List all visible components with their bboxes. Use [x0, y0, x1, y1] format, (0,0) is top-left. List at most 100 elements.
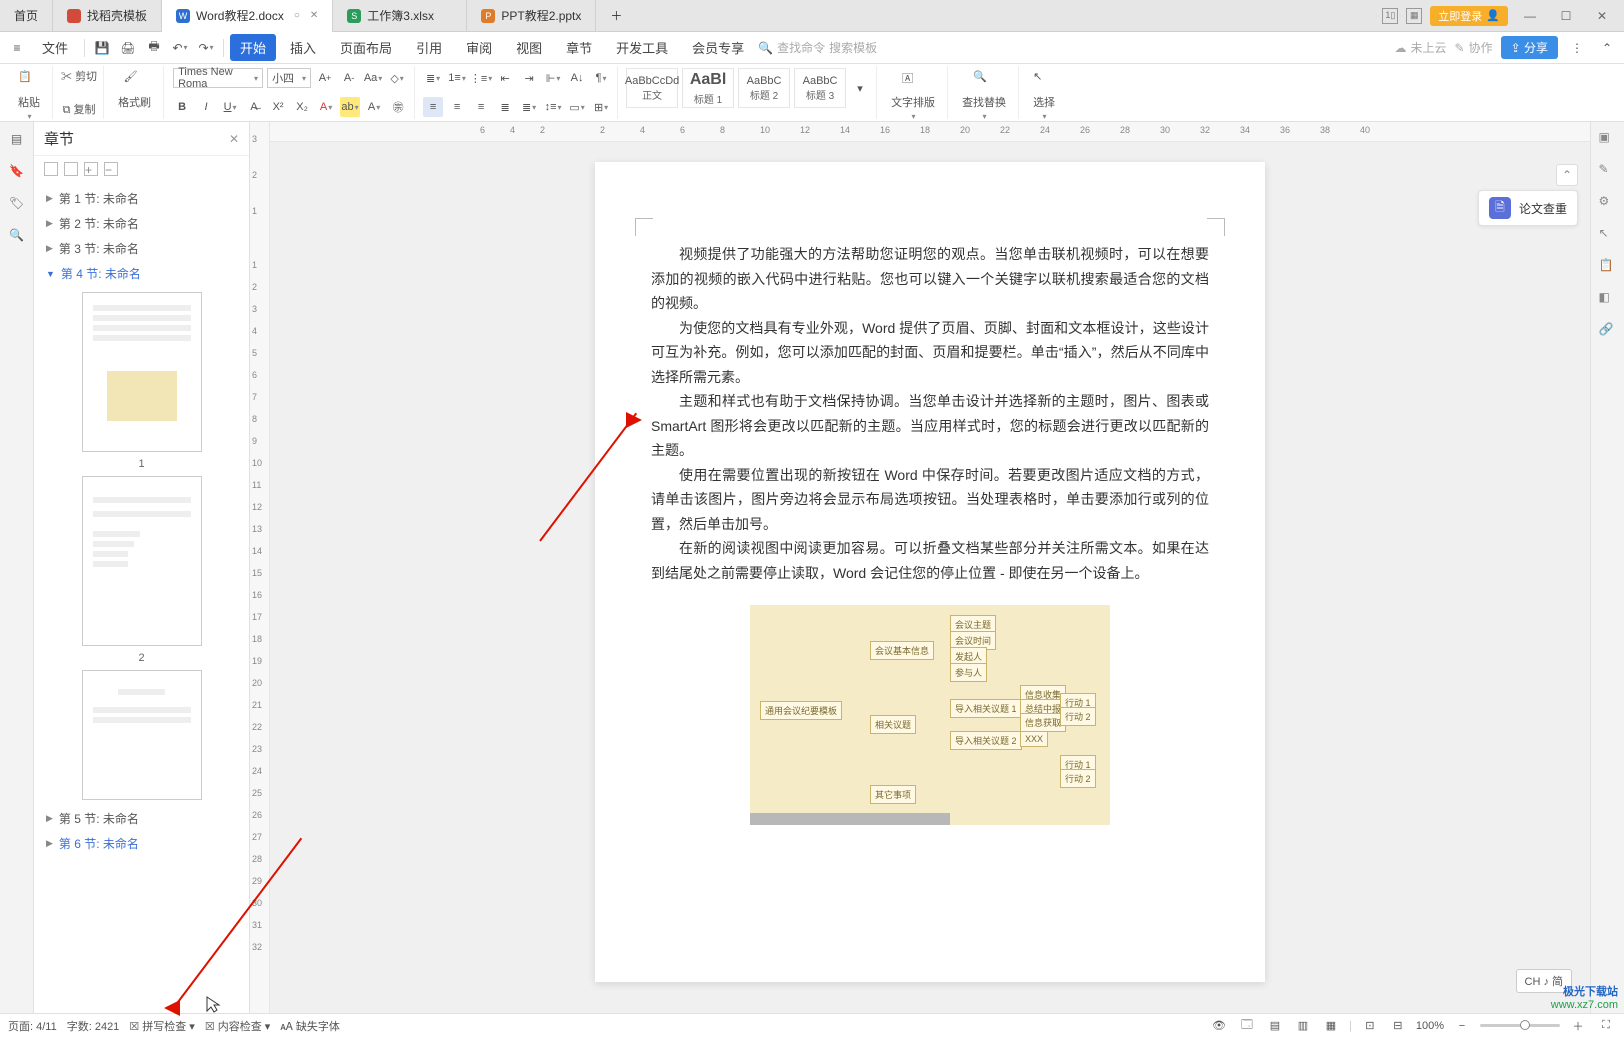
paper-check-card[interactable]: 🗎 论文查重 [1478, 190, 1578, 226]
style-h3[interactable]: AaBbC标题 3 [794, 68, 846, 108]
search-icon[interactable]: 🔍 [8, 226, 26, 244]
document-page[interactable]: 视频提供了功能强大的方法帮助您证明您的观点。当您单击联机视频时，可以在想要添加的… [595, 162, 1265, 982]
collapse-ribbon-icon[interactable]: ⌃ [1596, 37, 1618, 59]
close-window-button[interactable]: ✕ [1588, 6, 1616, 26]
inc-indent-icon[interactable]: ⇥ [519, 68, 539, 88]
strike-icon[interactable]: A̶ [244, 97, 264, 117]
copy-button[interactable]: ⧉ 复制 [63, 101, 96, 117]
layout-toggle-icon[interactable]: 1▯ [1382, 8, 1398, 24]
line-spacing-icon[interactable]: ↕≡▾ [543, 97, 563, 117]
tool-4[interactable]: − [104, 162, 118, 176]
menu-layout[interactable]: 页面布局 [330, 34, 402, 61]
highlight-icon[interactable]: ab▾ [340, 97, 360, 117]
section-item-4[interactable]: ▼第 4 节: 未命名 [46, 261, 237, 286]
font-size-select[interactable]: 小四▾ [267, 68, 311, 88]
tool-2[interactable] [64, 162, 78, 176]
tab-home[interactable]: 首页 [0, 0, 53, 32]
grow-font-icon[interactable]: A+ [315, 68, 335, 88]
shading-icon[interactable]: ▭▾ [567, 97, 587, 117]
tabs-icon[interactable]: ⊩▾ [543, 68, 563, 88]
command-search[interactable]: 🔍 查找命令 [758, 39, 825, 56]
redo-icon[interactable]: ↷▾ [195, 37, 217, 59]
numbering-icon[interactable]: 1≡▾ [447, 68, 467, 88]
print-preview-icon[interactable]: 🖶 [143, 37, 165, 59]
paragraph[interactable]: 使用在需要位置出现的新按钮在 Word 中保存时间。若要更改图片适应文档的方式，… [651, 463, 1209, 537]
section-item-1[interactable]: ▶第 1 节: 未命名 [46, 186, 237, 211]
borders-icon[interactable]: ⊞▾ [591, 97, 611, 117]
tool-1[interactable] [44, 162, 58, 176]
paragraph[interactable]: 视频提供了功能强大的方法帮助您证明您的观点。当您单击联机视频时，可以在想要添加的… [651, 242, 1209, 316]
tab-excel-doc[interactable]: S 工作簿3.xlsx ✕ [333, 0, 467, 32]
paste-button[interactable]: 📋粘贴▾ [12, 68, 46, 123]
menu-insert[interactable]: 插入 [280, 34, 326, 61]
menu-refs[interactable]: 引用 [406, 34, 452, 61]
change-case-icon[interactable]: Aa▾ [363, 68, 383, 88]
outline-view-icon[interactable]: ▥ [1293, 1016, 1313, 1036]
text-wrap-button[interactable]: 🄰文字排版▾ [885, 68, 941, 123]
find-replace-button[interactable]: 🔍查找替换▾ [956, 68, 1012, 123]
paragraph[interactable]: 主题和样式也有助于文档保持协调。当您单击设计并选择新的主题时，图片、图表或 Sm… [651, 389, 1209, 463]
page-thumb-3[interactable] [82, 670, 202, 800]
section-item-5[interactable]: ▶第 5 节: 未命名 [46, 806, 237, 831]
style-normal[interactable]: AaBbCcDd正文 [626, 68, 678, 108]
superscript-icon[interactable]: X² [268, 97, 288, 117]
fullscreen-icon[interactable]: ⛶ [1596, 1016, 1616, 1036]
cloud-status[interactable]: ☁ 未上云 [1395, 39, 1447, 56]
subscript-icon[interactable]: X₂ [292, 97, 312, 117]
section-item-2[interactable]: ▶第 2 节: 未命名 [46, 211, 237, 236]
format-painter-button[interactable]: 🖌格式刷 [112, 68, 157, 112]
multilevel-icon[interactable]: ⋮≡▾ [471, 68, 491, 88]
phonetic-icon[interactable]: ㊪ [388, 97, 408, 117]
cut-button[interactable]: ✂ 剪切 [61, 68, 97, 84]
page-thumb-2[interactable] [82, 476, 202, 646]
hamburger-icon[interactable]: ≡ [6, 37, 28, 59]
read-mode-icon[interactable]: 👁 [1209, 1016, 1229, 1036]
outline-icon[interactable]: ▤ [8, 130, 26, 148]
select-button[interactable]: ↖选择▾ [1027, 68, 1061, 123]
pin-icon[interactable]: ⌃ [1556, 164, 1578, 186]
align-right-icon[interactable]: ≡ [471, 97, 491, 117]
minimize-button[interactable]: — [1516, 6, 1544, 26]
collapse-icon[interactable]: ▣ [1599, 130, 1617, 148]
focus-mode-icon[interactable]: 🗔 [1237, 1016, 1257, 1036]
link-icon[interactable]: 🔗 [1599, 322, 1617, 340]
tab-template[interactable]: 找稻壳模板 [53, 0, 162, 32]
zoom-in-icon[interactable]: ＋ [1568, 1016, 1588, 1036]
more-icon[interactable]: ⋮ [1566, 37, 1588, 59]
menu-member[interactable]: 会员专享 [682, 34, 754, 61]
cursor-icon[interactable]: ↖ [1599, 226, 1617, 244]
align-left-icon[interactable]: ≡ [423, 97, 443, 117]
page-thumb-1[interactable] [82, 292, 202, 452]
fit-page-icon[interactable]: ⊟ [1388, 1016, 1408, 1036]
content-check-toggle[interactable]: ☒ 内容检查 ▾ [205, 1018, 271, 1034]
menu-dev[interactable]: 开发工具 [606, 34, 678, 61]
bold-icon[interactable]: B [172, 97, 192, 117]
embedded-diagram[interactable]: 通用会议纪要模板 会议基本信息 相关议题 其它事项 会议主题 会议时间 发起人 … [750, 605, 1110, 825]
close-icon[interactable]: ✕ [310, 10, 318, 21]
tab-word-doc[interactable]: W Word教程2.docx ○ ✕ [162, 0, 333, 32]
page-indicator[interactable]: 页面: 4/11 [8, 1018, 57, 1034]
dec-indent-icon[interactable]: ⇤ [495, 68, 515, 88]
login-button[interactable]: 立即登录👤 [1430, 6, 1508, 26]
gear-icon[interactable]: ⚙ [1599, 194, 1617, 212]
pen-icon[interactable]: ✎ [1599, 162, 1617, 180]
web-layout-icon[interactable]: ▦ [1321, 1016, 1341, 1036]
maximize-button[interactable]: ☐ [1552, 6, 1580, 26]
section-item-3[interactable]: ▶第 3 节: 未命名 [46, 236, 237, 261]
zoom-out-icon[interactable]: − [1452, 1016, 1472, 1036]
section-item-6[interactable]: ▶第 6 节: 未命名 [46, 831, 237, 856]
italic-icon[interactable]: I [196, 97, 216, 117]
template-search[interactable]: 搜索模板 [829, 39, 877, 56]
font-name-select[interactable]: Times New Roma▾ [173, 68, 263, 88]
missing-font[interactable]: 🗚 缺失字体 [280, 1018, 340, 1034]
bullets-icon[interactable]: ≣▾ [423, 68, 443, 88]
show-marks-icon[interactable]: ¶▾ [591, 68, 611, 88]
menu-review[interactable]: 审阅 [456, 34, 502, 61]
char-border-icon[interactable]: A▾ [364, 97, 384, 117]
align-justify-icon[interactable]: ≣ [495, 97, 515, 117]
grid-icon[interactable]: ▦ [1406, 8, 1422, 24]
bookmark-icon[interactable]: 🔖 [8, 162, 26, 180]
panel-close-icon[interactable]: ✕ [229, 132, 239, 146]
style-more-icon[interactable]: ▾ [850, 78, 870, 98]
menu-file[interactable]: 文件 [32, 34, 78, 61]
